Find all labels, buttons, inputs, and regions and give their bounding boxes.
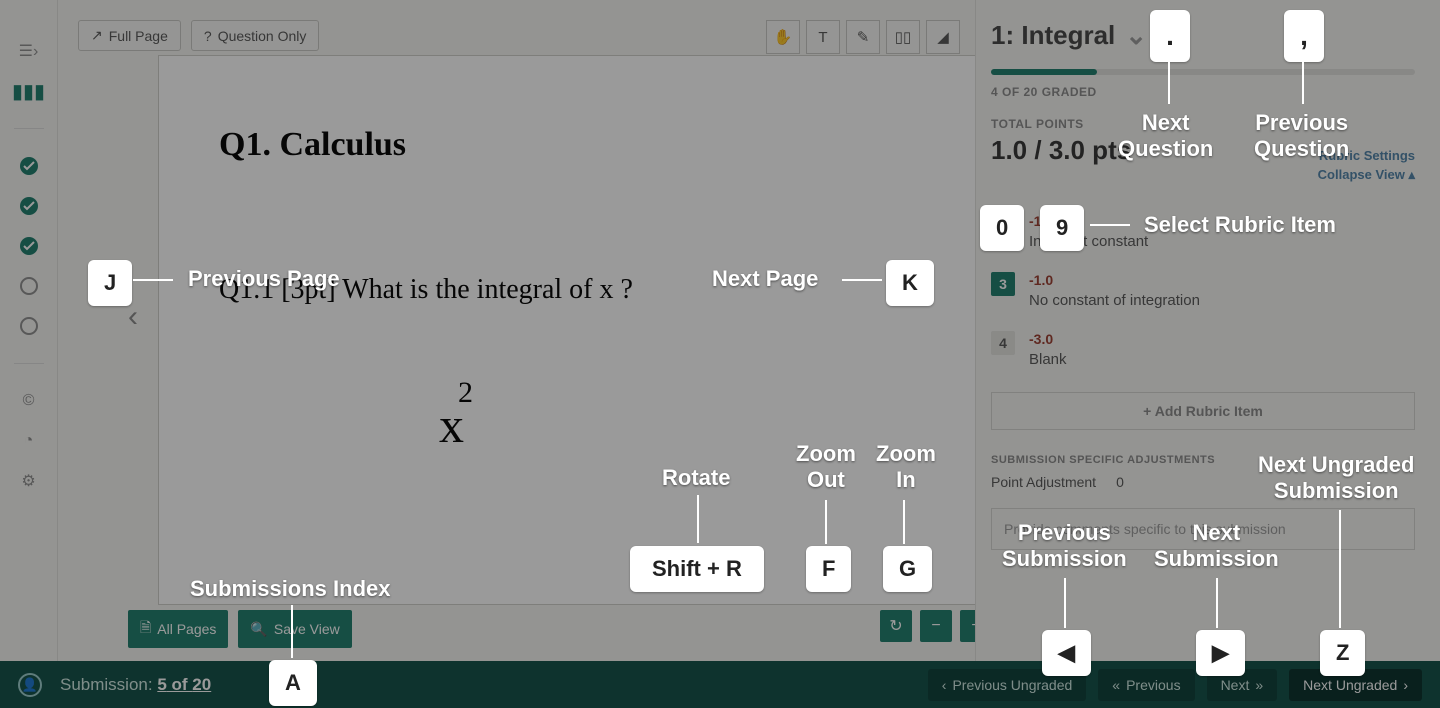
pencil-tool-icon[interactable]: ✎ xyxy=(846,20,880,54)
stats-icon[interactable]: ▮▮▮ xyxy=(18,80,40,102)
rubric-points: -1.0 xyxy=(1029,272,1200,288)
add-rubric-item-button[interactable]: + Add Rubric Item xyxy=(991,392,1415,430)
shortcut-label-zoom-out: Zoom Out xyxy=(796,441,856,494)
shortcut-key-j: J xyxy=(88,260,132,306)
menu-toggle-icon[interactable]: ☰› xyxy=(18,40,40,62)
rubric-number[interactable]: 3 xyxy=(991,272,1015,296)
shortcut-key-g: G xyxy=(883,546,932,592)
rubric-item[interactable]: 3 -1.0 No constant of integration xyxy=(991,272,1415,309)
annotation-tools: ✋ T ✎ ▯▯ ◢ xyxy=(766,20,960,54)
shortcut-key-shift-r: Shift + R xyxy=(630,546,764,592)
rubric-label: Blank xyxy=(1029,351,1067,368)
shortcut-label-prev-page: Previous Page xyxy=(188,266,340,292)
eraser-tool-icon[interactable]: ◢ xyxy=(926,20,960,54)
rubric-points: -3.0 xyxy=(1029,331,1067,347)
shortcut-key-f: F xyxy=(806,546,851,592)
settings-gear-icon[interactable]: ⚙ xyxy=(18,470,40,492)
previous-button[interactable]: « Previous xyxy=(1098,669,1194,701)
doc-footer-left: 🗎 All Pages 🔍 Save View xyxy=(128,610,352,648)
prev-page-arrow[interactable]: ‹ xyxy=(128,300,138,334)
point-adjustment-value[interactable]: 0 xyxy=(1116,474,1124,490)
rubric-item[interactable]: 4 -3.0 Blank xyxy=(991,331,1415,368)
shortcut-key-zero: 0 xyxy=(980,205,1024,251)
unchecked-icon[interactable] xyxy=(18,275,40,297)
document-viewer[interactable]: Q1. Calculus Q1.1 [3pt] What is the inte… xyxy=(158,55,978,605)
rubric-label: No constant of integration xyxy=(1029,292,1200,309)
shortcut-key-z: Z xyxy=(1320,630,1365,676)
shortcut-label-rotate: Rotate xyxy=(662,465,730,491)
view-mode-controls: ↗ Full Page ? Question Only xyxy=(78,20,319,51)
rubric-number[interactable]: 4 xyxy=(991,331,1015,355)
shortcut-label-next-question: Next Question xyxy=(1118,110,1213,163)
check-icon[interactable] xyxy=(18,195,40,217)
shortcut-key-period: . xyxy=(1150,10,1190,62)
shortcut-label-select-rubric: Select Rubric Item xyxy=(1144,212,1336,238)
all-pages-button[interactable]: 🗎 All Pages xyxy=(128,610,228,648)
user-avatar-icon[interactable]: 👤 xyxy=(18,673,42,697)
unchecked-icon[interactable] xyxy=(18,315,40,337)
statistics-icon[interactable]: ◔ xyxy=(18,430,40,452)
shortcut-key-a: A xyxy=(269,660,317,706)
text-tool-icon[interactable]: T xyxy=(806,20,840,54)
box-tool-icon[interactable]: ▯▯ xyxy=(886,20,920,54)
full-page-button[interactable]: ↗ Full Page xyxy=(78,20,181,51)
shortcut-key-nine: 9 xyxy=(1040,205,1084,251)
shortcut-label-zoom-in: Zoom In xyxy=(876,441,936,494)
shortcut-label-submissions-index: Submissions Index xyxy=(190,576,391,602)
hand-tool-icon[interactable]: ✋ xyxy=(766,20,800,54)
grading-progress-bar xyxy=(991,69,1415,75)
shortcut-key-prev-sub: ◀ xyxy=(1042,630,1091,676)
question-selector[interactable]: 1: Integral ⌄ xyxy=(991,20,1415,51)
check-icon[interactable] xyxy=(18,155,40,177)
shortcut-label-prev-submission: Previous Submission xyxy=(1002,520,1127,573)
shortcut-key-k: K xyxy=(886,260,934,306)
shortcut-label-next-ungraded: Next Ungraded Submission xyxy=(1258,452,1414,505)
left-sidebar: ☰› ▮▮▮ © ◔ ⚙ xyxy=(0,0,58,708)
shortcut-key-next-sub: ▶ xyxy=(1196,630,1245,676)
shortcut-key-comma: , xyxy=(1284,10,1324,62)
shortcut-label-prev-question: Previous Question xyxy=(1254,110,1349,163)
chevron-down-icon: ⌄ xyxy=(1125,20,1147,51)
collapse-view-link[interactable]: Collapse View ▴ xyxy=(991,167,1415,183)
doc-title: Q1. Calculus xyxy=(219,126,917,164)
question-only-button[interactable]: ? Question Only xyxy=(191,20,320,51)
check-icon[interactable] xyxy=(18,235,40,257)
submission-indicator[interactable]: Submission: 5 of 20 xyxy=(60,675,211,695)
graded-count: 4 OF 20 GRADED xyxy=(991,85,1415,99)
regrade-icon[interactable]: © xyxy=(18,390,40,412)
shortcut-label-next-submission: Next Submission xyxy=(1154,520,1279,573)
save-view-button[interactable]: 🔍 Save View xyxy=(238,610,351,648)
point-adjustment-label: Point Adjustment xyxy=(991,474,1096,490)
rotate-button[interactable]: ↻ xyxy=(880,610,912,642)
zoom-out-button[interactable]: − xyxy=(920,610,952,642)
shortcut-label-next-page: Next Page xyxy=(712,266,818,292)
